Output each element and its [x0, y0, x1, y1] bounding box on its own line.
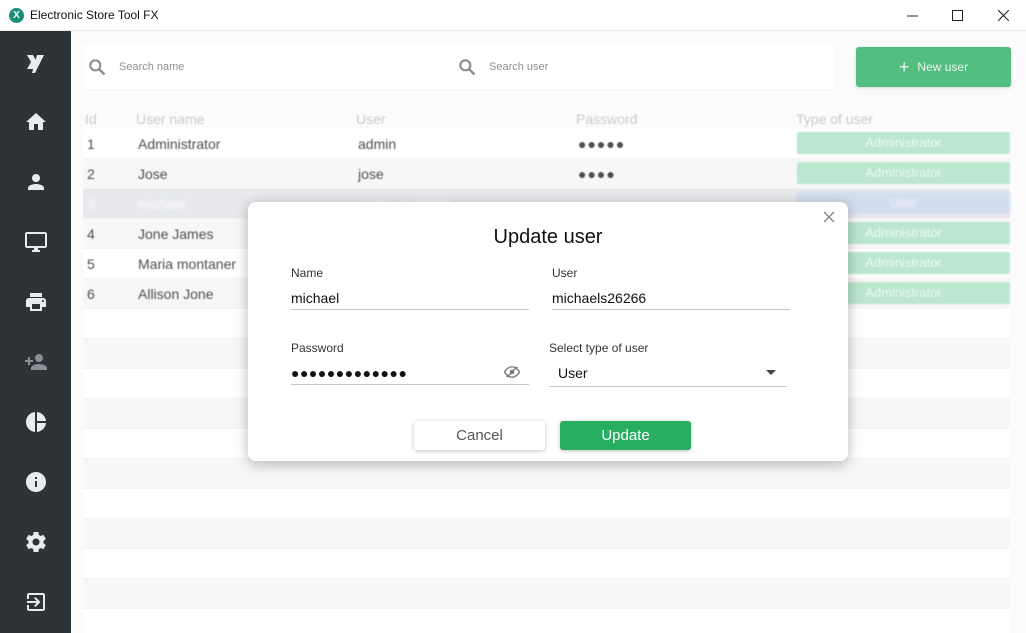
close-dialog-icon[interactable] [821, 209, 837, 225]
user-input[interactable] [552, 286, 790, 310]
close-icon [997, 10, 1009, 21]
logout-icon[interactable] [23, 589, 49, 615]
password-mask: ●●●●●●●●●●●●● [291, 365, 408, 381]
user-type-label: Select type of user [549, 341, 649, 355]
password-label: Password [291, 341, 344, 355]
maximize-icon [951, 10, 963, 21]
update-button[interactable]: Update [560, 421, 691, 450]
dialog-title: Update user [493, 226, 603, 248]
maximize-button[interactable] [934, 0, 980, 31]
info-icon[interactable] [23, 469, 49, 495]
sidebar [0, 31, 71, 633]
printer-icon[interactable] [23, 289, 49, 315]
name-label: Name [291, 266, 324, 280]
toggle-visibility-icon[interactable] [503, 363, 521, 381]
settings-icon[interactable] [23, 529, 49, 555]
sidebar-logo-icon[interactable] [23, 51, 49, 77]
chevron-down-icon [766, 370, 776, 375]
user-label: User [552, 266, 578, 280]
minimize-button[interactable] [889, 0, 935, 31]
user-type-value: User [558, 365, 588, 381]
minimize-icon [906, 15, 918, 17]
close-window-button[interactable] [980, 0, 1026, 31]
password-input[interactable]: ●●●●●●●●●●●●● [291, 361, 529, 385]
app-logo-icon: X [9, 8, 24, 23]
monitor-icon[interactable] [23, 229, 49, 255]
user-type-select[interactable]: User [549, 361, 787, 387]
name-input[interactable] [291, 286, 529, 310]
add-user-icon[interactable] [23, 349, 49, 375]
pie-chart-icon[interactable] [23, 409, 49, 435]
person-icon[interactable] [23, 169, 49, 195]
update-user-dialog: Update user Name User Password ●●●●●●●●●… [248, 202, 848, 461]
cancel-button[interactable]: Cancel [414, 421, 545, 450]
window-title: Electronic Store Tool FX [30, 8, 159, 22]
title-bar: X Electronic Store Tool FX [0, 0, 1026, 31]
home-icon[interactable] [23, 109, 49, 135]
